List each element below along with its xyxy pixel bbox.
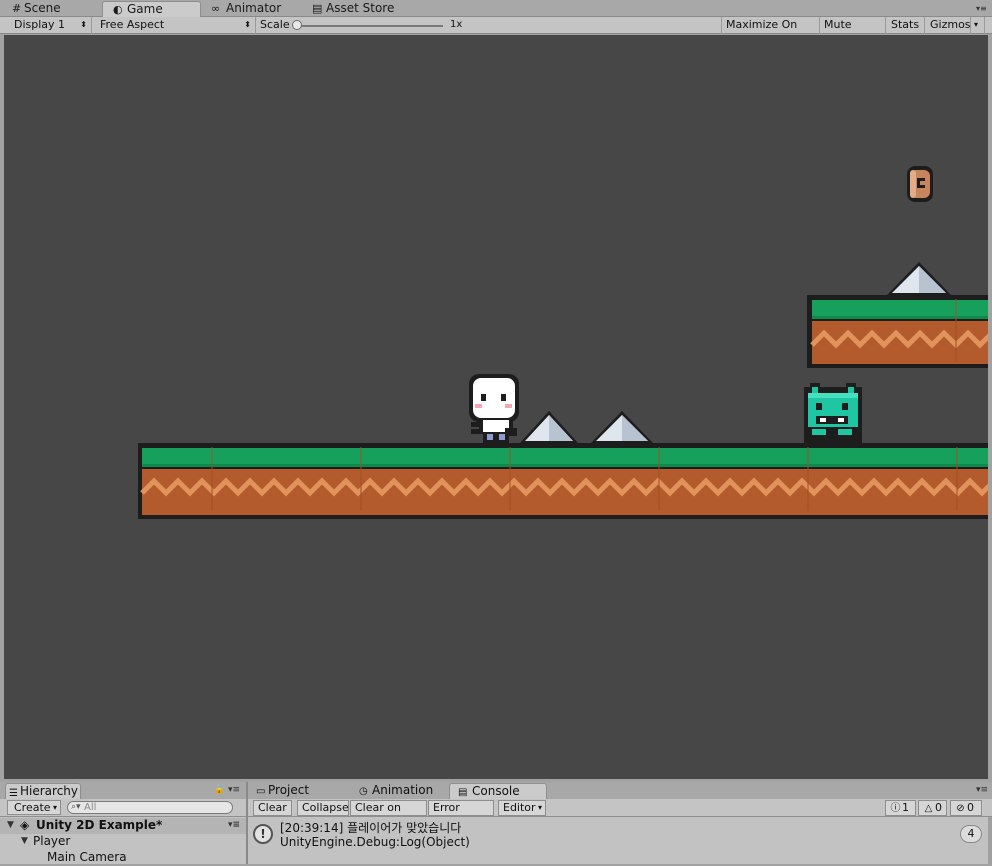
scale-slider-handle[interactable] <box>292 20 302 30</box>
scale-value: 1x <box>450 19 463 30</box>
hierarchy-item-label: Main Camera <box>47 850 127 864</box>
store-icon: ▤ <box>312 2 323 15</box>
editor-dropdown[interactable]: Editor ▾ <box>498 800 546 816</box>
tab-scene[interactable]: # Scene <box>12 1 92 17</box>
gizmos-toggle[interactable]: Gizmos <box>925 17 971 34</box>
console-icon: ▤ <box>458 787 468 798</box>
player-character <box>469 374 519 444</box>
mute-audio-toggle[interactable]: Mute Audio <box>820 17 886 47</box>
platform-zigzag-pattern <box>810 299 988 361</box>
spike-hazard <box>591 411 653 443</box>
aspect-dropdown[interactable]: Free Aspect ⬍ <box>94 17 256 34</box>
tab-animator[interactable]: ∞ Animator <box>211 1 301 17</box>
coin-pickup <box>907 166 933 202</box>
info-message-icon: ! <box>253 824 273 844</box>
panel-menu-icon[interactable]: ▾≡ <box>976 785 988 795</box>
updown-arrow-icon: ⬍ <box>244 20 251 29</box>
editor-label: Editor <box>503 801 536 814</box>
hierarchy-tab-bar: ☰ Hierarchy 🔒 ▾≡ <box>0 782 246 799</box>
game-icon: ◐ <box>113 3 123 16</box>
editor-tab-bar: # Scene ◐ Game ∞ Animator ▤ Asset Store … <box>0 0 992 17</box>
scene-name: Unity 2D Example* <box>36 818 163 832</box>
hierarchy-item-player[interactable]: ▼ Player <box>0 834 246 850</box>
folder-icon: ▭ <box>256 786 266 797</box>
ground-zigzag-pattern <box>140 447 988 511</box>
aspect-label: Free Aspect <box>100 18 165 31</box>
panel-menu-icon[interactable]: ▾≡ <box>228 785 240 795</box>
tab-console[interactable]: ▤ Console <box>449 783 547 799</box>
expand-triangle-icon[interactable]: ▼ <box>21 834 28 849</box>
warning-count: 0 <box>935 801 942 814</box>
game-view[interactable] <box>4 35 988 779</box>
expand-triangle-icon[interactable]: ▼ <box>7 818 14 833</box>
gizmos-dropdown-arrow-icon[interactable]: ▾ <box>971 17 985 34</box>
tab-project[interactable]: ▭ Project <box>252 783 346 799</box>
grid-icon: # <box>12 2 22 15</box>
hierarchy-tree: ▼ ◈ Unity 2D Example* ▾≡ ▼ Player Main C… <box>0 817 246 864</box>
scene-row[interactable]: ▼ ◈ Unity 2D Example* ▾≡ <box>0 818 246 834</box>
enemy-monster <box>804 383 862 443</box>
tab-console-label: Console <box>472 784 520 798</box>
tab-scene-label: Scene <box>24 1 61 15</box>
spike-hazard <box>887 262 951 295</box>
tab-project-label: Project <box>268 783 310 797</box>
error-count: 0 <box>967 801 974 814</box>
lock-icon[interactable]: 🔒 <box>214 785 225 795</box>
clear-on-play-toggle[interactable]: Clear on Play <box>350 800 427 828</box>
warning-icon: △ <box>924 803 933 814</box>
tab-animation-label: Animation <box>372 783 434 797</box>
maximize-on-play-toggle[interactable]: Maximize On Play <box>721 17 820 47</box>
log-message: [20:39:14] 플레이어가 맞았습니다 <box>280 821 462 835</box>
console-toolbar: Clear Collapse Clear on Play Error Pause… <box>248 799 992 828</box>
clear-button[interactable]: Clear <box>253 800 292 816</box>
error-icon: ⊘ <box>956 803 965 814</box>
create-dropdown-button[interactable]: Create ▾ <box>7 800 61 815</box>
bottom-tab-bar: ▭ Project ◷ Animation ▤ Console ▾≡ <box>248 782 992 799</box>
tab-hierarchy[interactable]: ☰ Hierarchy <box>5 783 81 799</box>
tab-game-label: Game <box>127 2 163 16</box>
tab-hierarchy-label: Hierarchy <box>20 784 79 798</box>
spike-hazard <box>520 411 578 443</box>
console-log-list: ! [20:39:14] 플레이어가 맞았습니다 UnityEngine.Deb… <box>248 817 992 864</box>
scale-slider-track[interactable] <box>293 25 443 27</box>
unity-logo-icon: ◈ <box>20 818 30 832</box>
hierarchy-search-input[interactable]: ⌕▾ All <box>67 801 233 814</box>
stats-toggle[interactable]: Stats <box>886 17 925 34</box>
collapse-toggle[interactable]: Collapse <box>297 800 349 816</box>
log-entry[interactable]: ! [20:39:14] 플레이어가 맞았습니다 UnityEngine.Deb… <box>248 819 988 851</box>
error-pause-toggle[interactable]: Error Pause <box>428 800 494 828</box>
hierarchy-toolbar: Create ▾ ⌕▾ All <box>0 799 246 817</box>
error-count-toggle[interactable]: ⊘ 0 <box>950 800 982 816</box>
info-icon: ⓘ <box>890 803 901 814</box>
log-stacktrace: UnityEngine.Debug:Log(Object) <box>280 835 470 849</box>
scene-menu-icon[interactable]: ▾≡ <box>228 818 240 833</box>
display-dropdown[interactable]: Display 1 ⬍ <box>8 17 92 34</box>
tab-animator-label: Animator <box>226 1 282 15</box>
clock-icon: ◷ <box>359 786 368 797</box>
scale-label: Scale <box>260 18 290 31</box>
tab-animation[interactable]: ◷ Animation <box>352 783 448 799</box>
display-label: Display 1 <box>14 18 66 31</box>
search-placeholder: All <box>84 802 97 813</box>
tab-options-menu-icon[interactable]: ▾≡ <box>976 3 988 14</box>
updown-arrow-icon: ⬍ <box>80 20 87 29</box>
log-count: 1 <box>902 801 909 814</box>
ground-platform <box>138 443 988 519</box>
tab-asset-store-label: Asset Store <box>326 1 395 15</box>
search-icon: ⌕▾ <box>71 802 81 812</box>
floating-platform <box>807 295 988 368</box>
log-count-toggle[interactable]: ⓘ 1 <box>885 800 916 816</box>
hierarchy-item-label: Player <box>33 834 71 848</box>
animator-icon: ∞ <box>211 2 221 15</box>
collapsed-count-badge: 4 <box>960 825 982 843</box>
tab-asset-store[interactable]: ▤ Asset Store <box>312 1 412 17</box>
create-label: Create <box>14 801 51 814</box>
scrollbar-edge[interactable] <box>988 817 992 864</box>
game-toolbar: Display 1 ⬍ Free Aspect ⬍ Scale 1x Maxim… <box>0 17 992 47</box>
tab-game[interactable]: ◐ Game <box>102 1 201 17</box>
dropdown-arrow-icon: ▾ <box>52 803 57 812</box>
dropdown-arrow-icon: ▾ <box>537 803 542 812</box>
warning-count-toggle[interactable]: △ 0 <box>918 800 947 816</box>
